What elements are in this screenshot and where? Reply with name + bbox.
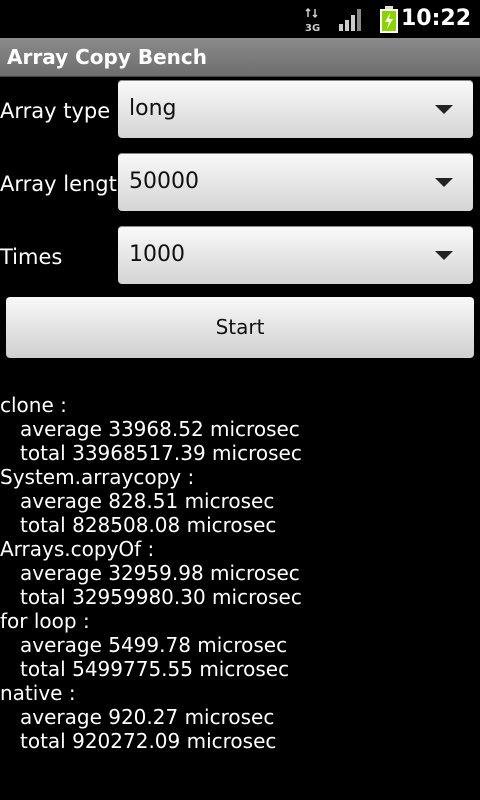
result-total: total 828508.08 microsec: [20, 513, 277, 537]
array-type-value: long: [129, 96, 177, 121]
array-length-spinner[interactable]: 50000: [118, 153, 473, 211]
result-total: total 32959980.30 microsec: [20, 585, 302, 609]
result-total: total 5499775.55 microsec: [20, 657, 290, 681]
dropdown-arrow-icon: [435, 251, 453, 260]
times-spinner[interactable]: 1000: [118, 226, 473, 284]
svg-text:3G: 3G: [305, 23, 320, 32]
app-title: Array Copy Bench: [7, 45, 207, 69]
result-total: total 33968517.39 microsec: [20, 441, 302, 465]
result-name: Arrays.copyOf :: [0, 537, 155, 561]
array-type-spinner[interactable]: long: [118, 80, 473, 138]
result-average: average 920.27 microsec: [20, 705, 275, 729]
array-length-label: Array length: [0, 172, 131, 196]
times-value: 1000: [129, 242, 185, 267]
array-type-label: Array type: [0, 99, 111, 123]
times-label: Times: [0, 245, 63, 269]
dropdown-arrow-icon: [435, 105, 453, 114]
result-average: average 33968.52 microsec: [20, 417, 300, 441]
results-output: clone : average 33968.52 microsec total …: [0, 393, 480, 753]
result-name: clone :: [0, 393, 67, 417]
result-name: native :: [0, 681, 76, 705]
signal-strength-icon: [339, 9, 361, 31]
status-bar: 3G 10:22: [0, 0, 480, 38]
result-name: System.arraycopy :: [0, 465, 195, 489]
status-time: 10:22: [400, 6, 471, 31]
array-length-value: 50000: [129, 169, 199, 194]
dropdown-arrow-icon: [435, 178, 453, 187]
network-3g-icon: 3G: [305, 8, 320, 32]
result-average: average 5499.78 microsec: [20, 633, 288, 657]
result-total: total 920272.09 microsec: [20, 729, 277, 753]
result-name: for loop :: [0, 609, 90, 633]
battery-charging-icon: [380, 6, 398, 33]
result-average: average 828.51 microsec: [20, 489, 275, 513]
start-button[interactable]: Start: [6, 297, 474, 358]
app-title-bar: Array Copy Bench: [0, 38, 480, 77]
result-average: average 32959.98 microsec: [20, 561, 300, 585]
